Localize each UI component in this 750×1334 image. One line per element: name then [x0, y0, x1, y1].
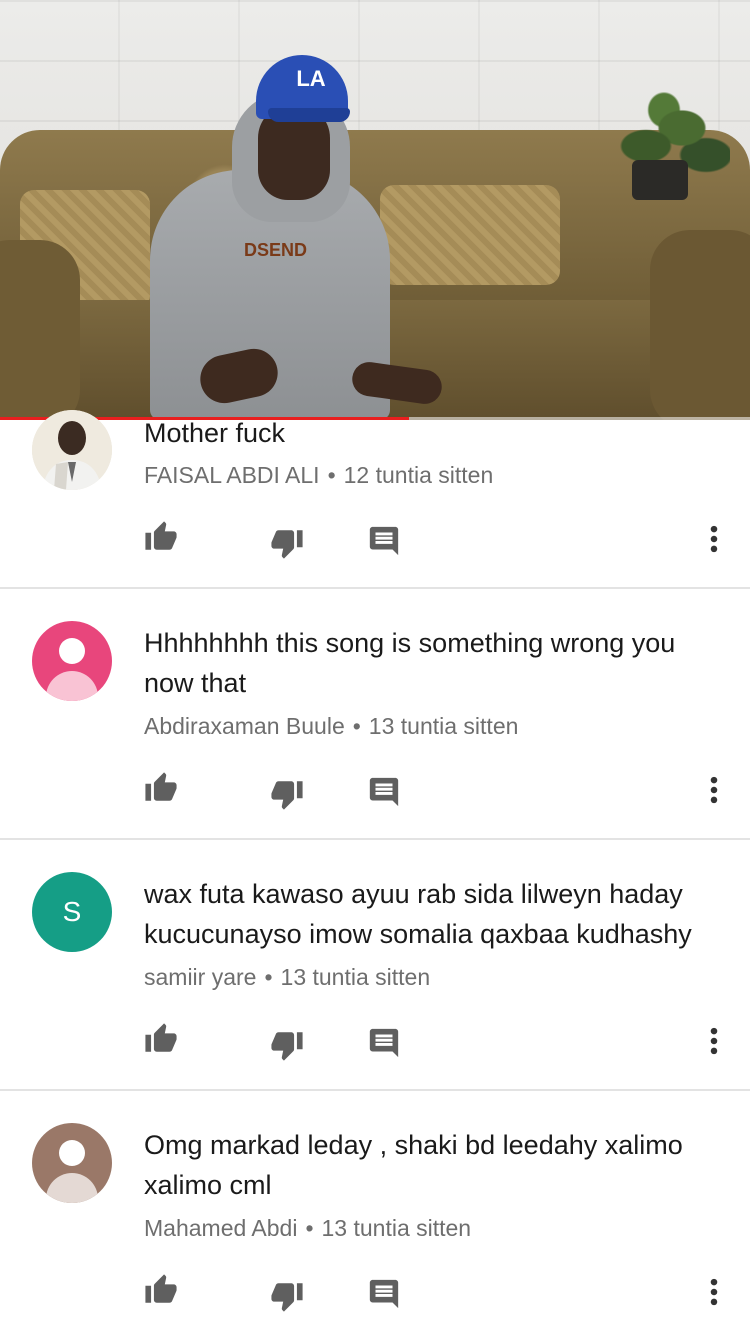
more-options-button[interactable]	[700, 773, 728, 807]
dislike-button[interactable]	[270, 1028, 304, 1062]
comment-author[interactable]: samiir yare	[144, 964, 256, 990]
commenter-avatar[interactable]	[32, 1123, 112, 1203]
commenter-avatar[interactable]	[32, 621, 112, 701]
thumbs-up-icon	[144, 521, 178, 558]
comment-time: 13 tuntia sitten	[280, 964, 431, 990]
video-pillow	[380, 185, 560, 285]
avatar-person-shoulders	[46, 1173, 98, 1203]
comment-author[interactable]: Abdiraxaman Buule	[144, 713, 345, 739]
more-vertical-icon	[700, 1027, 728, 1062]
commenter-avatar[interactable]: S	[32, 872, 112, 952]
dislike-button[interactable]	[270, 777, 304, 811]
thumbs-down-icon	[270, 1283, 304, 1317]
comment-meta: FAISAL ABDI ALI • 12 tuntia sitten	[144, 462, 493, 489]
meta-separator: •	[327, 462, 336, 488]
comment-time: 12 tuntia sitten	[343, 462, 494, 488]
like-button[interactable]	[144, 1022, 178, 1056]
reply-icon	[367, 1279, 401, 1315]
cap-logo: LA	[296, 66, 326, 91]
comment-meta: Abdiraxaman Buule • 13 tuntia sitten	[144, 713, 518, 740]
avatar-photo-icon	[32, 410, 112, 490]
avatar-person-shoulders	[46, 671, 98, 701]
comment-author[interactable]: FAISAL ABDI ALI	[144, 462, 320, 488]
more-options-button[interactable]	[700, 1275, 728, 1309]
more-vertical-icon	[700, 525, 728, 560]
meta-separator: •	[305, 1215, 314, 1241]
more-options-button[interactable]	[700, 522, 728, 556]
reply-icon	[367, 1028, 401, 1064]
video-sofa-arm	[0, 240, 80, 420]
comment-author[interactable]: Mahamed Abdi	[144, 1215, 297, 1241]
comment-divider	[0, 838, 750, 840]
thumbs-up-icon	[144, 1023, 178, 1060]
comment-text: wax futa kawaso ayuu rab sida lilweyn ha…	[144, 879, 692, 949]
comment-meta: samiir yare • 13 tuntia sitten	[144, 964, 430, 991]
dislike-button[interactable]	[270, 526, 304, 560]
thumbs-up-icon	[144, 772, 178, 809]
thumbs-up-icon	[144, 1274, 178, 1311]
like-button[interactable]	[144, 771, 178, 805]
comment-divider	[0, 1089, 750, 1091]
commenter-avatar[interactable]	[32, 410, 112, 490]
video-player[interactable]: LA DSEND	[0, 0, 750, 420]
shirt-logo: DSEND	[244, 240, 308, 260]
dislike-button[interactable]	[270, 1279, 304, 1313]
reply-icon	[367, 526, 401, 562]
meta-separator: •	[264, 964, 273, 990]
reply-button[interactable]	[367, 524, 401, 558]
like-button[interactable]	[144, 520, 178, 554]
comment-divider	[0, 587, 750, 589]
like-button[interactable]	[144, 1273, 178, 1307]
comment-time: 13 tuntia sitten	[321, 1215, 472, 1241]
meta-separator: •	[352, 713, 361, 739]
thumbs-down-icon	[270, 781, 304, 815]
comment-meta: Mahamed Abdi • 13 tuntia sitten	[144, 1215, 471, 1242]
video-sofa-arm	[650, 230, 750, 420]
video-plant-pot	[632, 160, 688, 200]
thumbs-down-icon	[270, 530, 304, 564]
comment-text: Omg markad leday , shaki bd leedahy xali…	[144, 1130, 683, 1200]
reply-button[interactable]	[367, 1277, 401, 1311]
video-person-cap-brim	[268, 108, 350, 122]
more-options-button[interactable]	[700, 1024, 728, 1058]
reply-button[interactable]	[367, 1026, 401, 1060]
reply-icon	[367, 777, 401, 813]
more-vertical-icon	[700, 1278, 728, 1313]
comment-text: Hhhhhhhh this song is something wrong yo…	[144, 628, 676, 698]
avatar-person-icon	[59, 638, 85, 664]
comment-text: Mother fuck	[144, 418, 286, 448]
avatar-person-icon	[59, 1140, 85, 1166]
reply-button[interactable]	[367, 775, 401, 809]
comment-time: 13 tuntia sitten	[368, 713, 519, 739]
more-vertical-icon	[700, 776, 728, 811]
video-sofa-seat	[40, 300, 740, 420]
thumbs-down-icon	[270, 1032, 304, 1066]
